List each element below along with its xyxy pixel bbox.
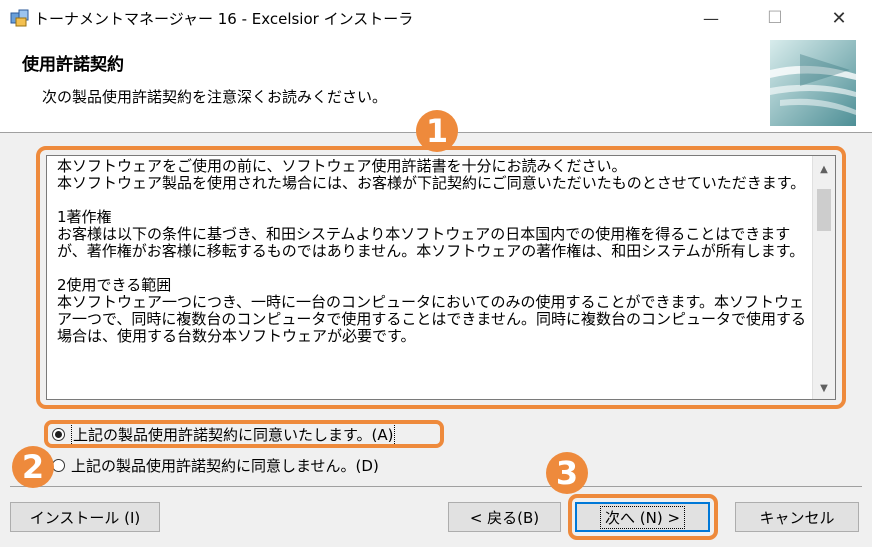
footer-divider — [10, 486, 862, 487]
window-title: トーナメントマネージャー 16 - Excelsior インストーラ — [34, 10, 414, 28]
callout-3: 3 — [546, 452, 588, 494]
install-button[interactable]: インストール (I) — [10, 502, 160, 532]
page-subtitle: 次の製品使用許諾契約を注意深くお読みください。 — [42, 88, 388, 106]
callout-2: 2 — [12, 446, 54, 488]
minimize-button[interactable]: — — [682, 0, 740, 36]
maximize-button[interactable]: ☐ — [746, 0, 804, 36]
title-bar: トーナメントマネージャー 16 - Excelsior インストーラ — ☐ ✕ — [0, 0, 872, 36]
page-title: 使用許諾契約 — [22, 55, 124, 75]
close-button[interactable]: ✕ — [810, 0, 868, 36]
disagree-label[interactable]: 上記の製品使用許諾契約に同意しません。(D) — [71, 455, 379, 476]
back-button[interactable]: < 戻る(B) — [448, 502, 561, 532]
agree-highlight-frame — [44, 420, 444, 448]
callout-1: 1 — [416, 110, 458, 152]
header-banner-graphic — [770, 40, 856, 126]
maximize-icon: ☐ — [767, 8, 783, 28]
minimize-icon: — — [703, 8, 719, 28]
next-highlight-frame — [568, 494, 718, 540]
installer-window: トーナメントマネージャー 16 - Excelsior インストーラ — ☐ ✕… — [0, 0, 872, 547]
disagree-option[interactable]: 上記の製品使用許諾契約に同意しません。(D) — [52, 454, 379, 476]
installer-app-icon — [10, 9, 29, 27]
license-highlight-frame — [36, 146, 846, 409]
cancel-button[interactable]: キャンセル — [735, 502, 859, 532]
close-icon: ✕ — [831, 7, 847, 29]
